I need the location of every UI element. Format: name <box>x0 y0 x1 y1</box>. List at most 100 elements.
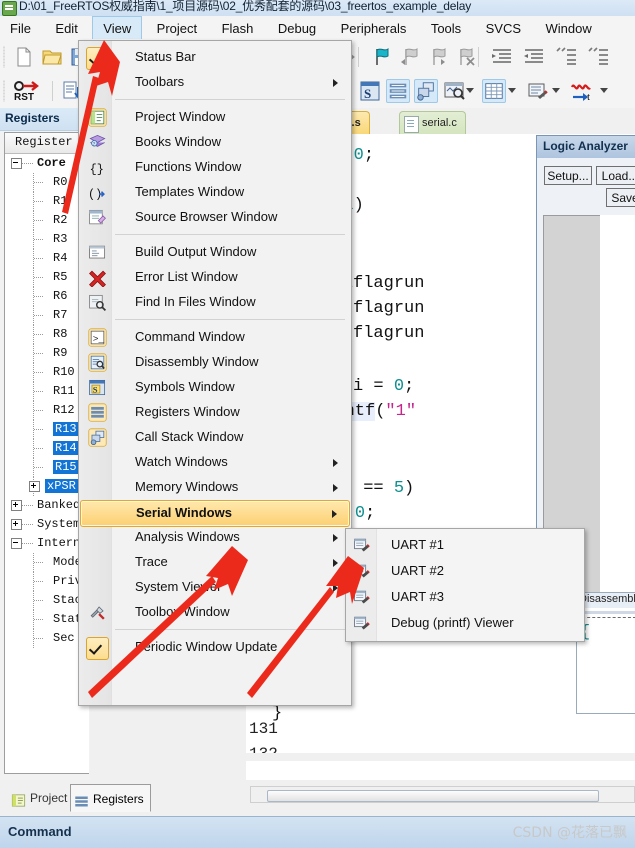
register-row[interactable]: R0 <box>5 173 89 192</box>
register-row[interactable]: R15 <box>5 458 89 477</box>
register-row[interactable]: xPSR <box>5 477 89 496</box>
menu-debug[interactable]: Debug <box>268 17 326 41</box>
memory-window-icon[interactable] <box>482 79 506 103</box>
register-row[interactable]: R11 <box>5 382 89 401</box>
tree-expander[interactable] <box>11 500 22 511</box>
register-row[interactable]: R6 <box>5 287 89 306</box>
registers-icon[interactable] <box>386 79 410 103</box>
dock-tab-project[interactable]: Project <box>8 784 73 812</box>
register-row[interactable]: Stack <box>5 591 89 610</box>
serial-dropdown-arrow[interactable] <box>552 88 560 93</box>
menu-item-toolbars[interactable]: Toolbars <box>80 70 350 95</box>
submenu-item-uart-3[interactable]: UART #3 <box>347 584 583 610</box>
insert-bookmark-icon[interactable] <box>370 45 394 69</box>
menu-tools[interactable]: Tools <box>421 17 471 41</box>
menu-item-functions-window[interactable]: {} Functions Window <box>80 155 350 180</box>
scrollbar-thumb[interactable] <box>267 790 599 802</box>
menu-view[interactable]: View <box>92 16 143 39</box>
menu-item-source-browser-window[interactable]: Source Browser Window <box>80 205 350 230</box>
serial-window-icon[interactable] <box>526 79 550 103</box>
toolbar-grip[interactable] <box>3 46 5 68</box>
register-row[interactable]: Internal <box>5 534 89 553</box>
logic-dropdown-arrow[interactable] <box>600 88 608 93</box>
menu-item-status-bar[interactable]: Status Bar <box>80 45 350 70</box>
register-row[interactable]: R1 <box>5 192 89 211</box>
tree-expander[interactable] <box>11 538 22 549</box>
registers-column-header[interactable]: Register <box>5 133 89 154</box>
call-stack-icon[interactable] <box>414 79 438 103</box>
reset-icon[interactable]: RST <box>10 79 46 103</box>
editor-tab-serial-c[interactable]: serial.c <box>399 111 466 134</box>
menu-item-command-window[interactable]: >_ Command Window <box>80 325 350 350</box>
logic-analyzer-icon[interactable]: t <box>570 79 594 103</box>
menu-item-templates-window[interactable]: () Templates Window <box>80 180 350 205</box>
tree-expander[interactable] <box>11 158 22 169</box>
menu-item-registers-window[interactable]: Registers Window <box>80 400 350 425</box>
register-row[interactable]: Privilege <box>5 572 89 591</box>
logic-save-button[interactable]: Save... <box>606 188 635 207</box>
register-row[interactable]: Sec <box>5 629 89 648</box>
menu-flash[interactable]: Flash <box>212 17 264 41</box>
submenu-item-uart-2[interactable]: UART #2 <box>347 558 583 584</box>
previous-bookmark-icon[interactable] <box>398 45 422 69</box>
register-row[interactable]: R2 <box>5 211 89 230</box>
menu-item-periodic-window-update[interactable]: Periodic Window Update <box>80 635 350 660</box>
indent-icon[interactable] <box>490 45 514 69</box>
menu-item-call-stack-window[interactable]: Call Stack Window <box>80 425 350 450</box>
register-row[interactable]: R14 <box>5 439 89 458</box>
register-row[interactable]: R5 <box>5 268 89 287</box>
menu-item-disassembly-window[interactable]: Disassembly Window <box>80 350 350 375</box>
logic-analyzer-plot[interactable] <box>600 215 635 615</box>
register-row[interactable]: R3 <box>5 230 89 249</box>
menu-item-serial-windows[interactable]: Serial Windows <box>80 500 350 527</box>
menu-item-watch-windows[interactable]: Watch Windows <box>80 450 350 475</box>
menu-edit[interactable]: Edit <box>45 17 87 41</box>
toolbar-grip-2[interactable] <box>3 80 5 102</box>
open-folder-icon[interactable] <box>40 45 64 69</box>
submenu-item-debug-printf-viewer[interactable]: Debug (printf) Viewer <box>347 610 583 636</box>
register-row[interactable]: R4 <box>5 249 89 268</box>
next-bookmark-icon[interactable] <box>426 45 450 69</box>
register-row[interactable]: R13 <box>5 420 89 439</box>
comment-icon[interactable] <box>554 45 578 69</box>
menu-window[interactable]: Window <box>536 17 602 41</box>
menu-item-symbols-window[interactable]: S Symbols Window <box>80 375 350 400</box>
register-row[interactable]: R12 <box>5 401 89 420</box>
menu-item-find-in-files-window[interactable]: Find In Files Window <box>80 290 350 315</box>
menu-item-project-window[interactable]: Project Window <box>80 105 350 130</box>
register-row[interactable]: R8 <box>5 325 89 344</box>
new-file-icon[interactable] <box>12 45 36 69</box>
tree-expander[interactable] <box>29 481 40 492</box>
outdent-icon[interactable] <box>522 45 546 69</box>
logic-setup-button[interactable]: Setup... <box>544 166 592 185</box>
menu-item-system-viewer[interactable]: System Viewer <box>80 575 350 600</box>
menu-item-books-window[interactable]: ? Books Window <box>80 130 350 155</box>
menu-item-toolbox-window[interactable]: Toolbox Window <box>80 600 350 625</box>
logic-load-button[interactable]: Load... <box>596 166 635 185</box>
tree-expander[interactable] <box>11 519 22 530</box>
menu-svcs[interactable]: SVCS <box>476 17 531 41</box>
register-row[interactable]: System <box>5 515 89 534</box>
watch-window-icon[interactable] <box>442 79 466 103</box>
dock-tab-registers[interactable]: Registers <box>70 784 151 812</box>
menu-item-trace[interactable]: Trace <box>80 550 350 575</box>
register-row[interactable]: States <box>5 610 89 629</box>
menu-file[interactable]: File <box>0 17 41 41</box>
symbols-icon[interactable]: S <box>358 79 382 103</box>
watch-dropdown-arrow[interactable] <box>466 88 474 93</box>
register-row[interactable]: Core <box>5 154 89 173</box>
menu-project[interactable]: Project <box>147 17 207 41</box>
register-row[interactable]: Banked <box>5 496 89 515</box>
menu-item-memory-windows[interactable]: Memory Windows <box>80 475 350 500</box>
menu-item-build-output-window[interactable]: Build Output Window <box>80 240 350 265</box>
registers-tree[interactable]: Register Core R0 R1 R2 R3 R4 R5 R6 R7 R8 R9 R10 R11 R… <box>4 132 89 774</box>
register-row[interactable]: R9 <box>5 344 89 363</box>
register-row[interactable]: R10 <box>5 363 89 382</box>
clear-bookmarks-icon[interactable] <box>454 45 478 69</box>
uncomment-icon[interactable] <box>586 45 610 69</box>
editor-horizontal-scrollbar[interactable] <box>250 786 635 803</box>
register-row[interactable]: Mode <box>5 553 89 572</box>
memory-dropdown-arrow[interactable] <box>508 88 516 93</box>
menu-item-error-list-window[interactable]: Error List Window <box>80 265 350 290</box>
menu-item-analysis-windows[interactable]: Analysis Windows <box>80 525 350 550</box>
